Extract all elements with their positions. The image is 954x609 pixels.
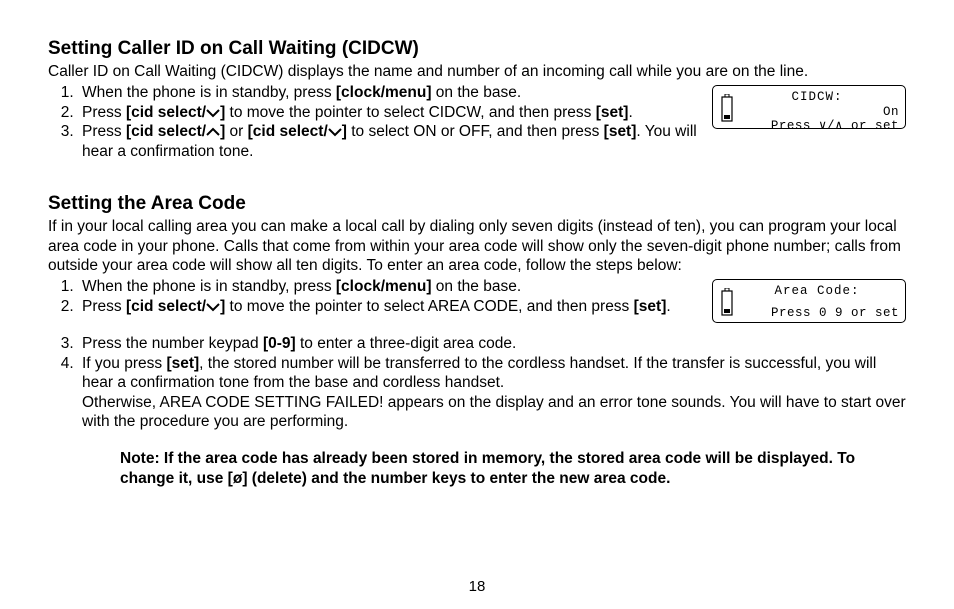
step-1: When the phone is in standby, press [clo… — [78, 277, 700, 296]
lead-area-code: If in your local calling area you can ma… — [48, 217, 906, 275]
step-4: If you press [set], the stored number wi… — [78, 354, 906, 432]
heading-cidcw: Setting Caller ID on Call Waiting (CIDCW… — [48, 38, 906, 60]
heading-area-code: Setting the Area Code — [48, 193, 906, 215]
note-area-code: Note: If the area code has already been … — [120, 449, 906, 488]
steps-cidcw: When the phone is in standby, press [clo… — [48, 83, 700, 161]
up-arrow-icon — [206, 123, 220, 142]
battery-icon — [719, 90, 735, 126]
lcd-line-2: OnPress ∨/∧ or set — [735, 105, 899, 134]
lcd-line-1: CIDCW: — [735, 90, 899, 104]
step-2: Press [cid select/] to move the pointer … — [78, 297, 700, 317]
down-arrow-icon — [206, 297, 220, 316]
battery-icon — [719, 284, 735, 320]
lead-cidcw: Caller ID on Call Waiting (CIDCW) displa… — [48, 62, 906, 81]
down-arrow-icon — [328, 123, 342, 142]
lcd-line-1: Area Code: — [735, 284, 899, 298]
manual-page: Setting Caller ID on Call Waiting (CIDCW… — [0, 0, 954, 609]
lcd-cidcw: CIDCW: OnPress ∨/∧ or set — [712, 85, 906, 129]
page-number: 18 — [0, 578, 954, 595]
step-3: Press [cid select/] or [cid select/] to … — [78, 122, 700, 161]
lcd-area-code: Area Code: Press 0 9 or set — [712, 279, 906, 323]
step-2: Press [cid select/] to move the pointer … — [78, 103, 700, 123]
steps-area-code-cont: Press the number keypad [0-9] to enter a… — [48, 334, 906, 431]
step-1: When the phone is in standby, press [clo… — [78, 83, 700, 102]
down-arrow-icon — [206, 103, 220, 122]
lcd-line-2: Press 0 9 or set — [735, 306, 899, 320]
steps-area-code: When the phone is in standby, press [clo… — [48, 277, 700, 316]
step-3: Press the number keypad [0-9] to enter a… — [78, 334, 906, 353]
